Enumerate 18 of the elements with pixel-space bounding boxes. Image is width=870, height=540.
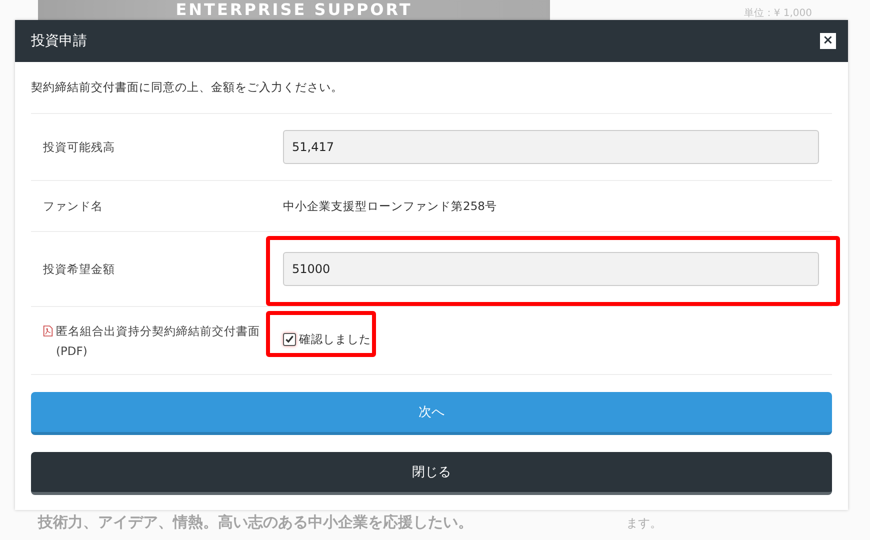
field-label: 投資希望金額 xyxy=(43,261,115,278)
field-value: 中小企業支援型ローンファンド第258号 xyxy=(283,198,497,212)
page-heading: 技術力、アイデア、情熱。高い志のある中小企業を応援したい。 xyxy=(38,513,473,532)
field-label: ファンド名 xyxy=(43,198,103,215)
checkbox-label[interactable]: 確認しました xyxy=(299,332,371,346)
input-field[interactable]: 51000 xyxy=(283,252,819,286)
intro-text: 契約締結前交付書面に同意の上、金額をご入力ください。 xyxy=(31,62,832,114)
document-icon xyxy=(43,324,53,336)
unit-label: 単位：¥ 1,000 xyxy=(744,7,812,21)
input-field[interactable]: 51,417 xyxy=(283,130,819,164)
close-dialog-button[interactable]: 閉じる xyxy=(31,452,832,495)
modal-title: 投資申請 xyxy=(31,32,87,50)
document-link[interactable]: 匿名組合出資持分契約締結前交付書面(PDF) xyxy=(56,320,283,360)
field-label: 投資可能残高 xyxy=(43,139,115,156)
checkbox[interactable] xyxy=(283,332,296,346)
side-note: ます。 xyxy=(626,515,662,532)
close-button[interactable]: × xyxy=(820,33,836,49)
banner-title: ENTERPRISE SUPPORT xyxy=(176,0,412,20)
